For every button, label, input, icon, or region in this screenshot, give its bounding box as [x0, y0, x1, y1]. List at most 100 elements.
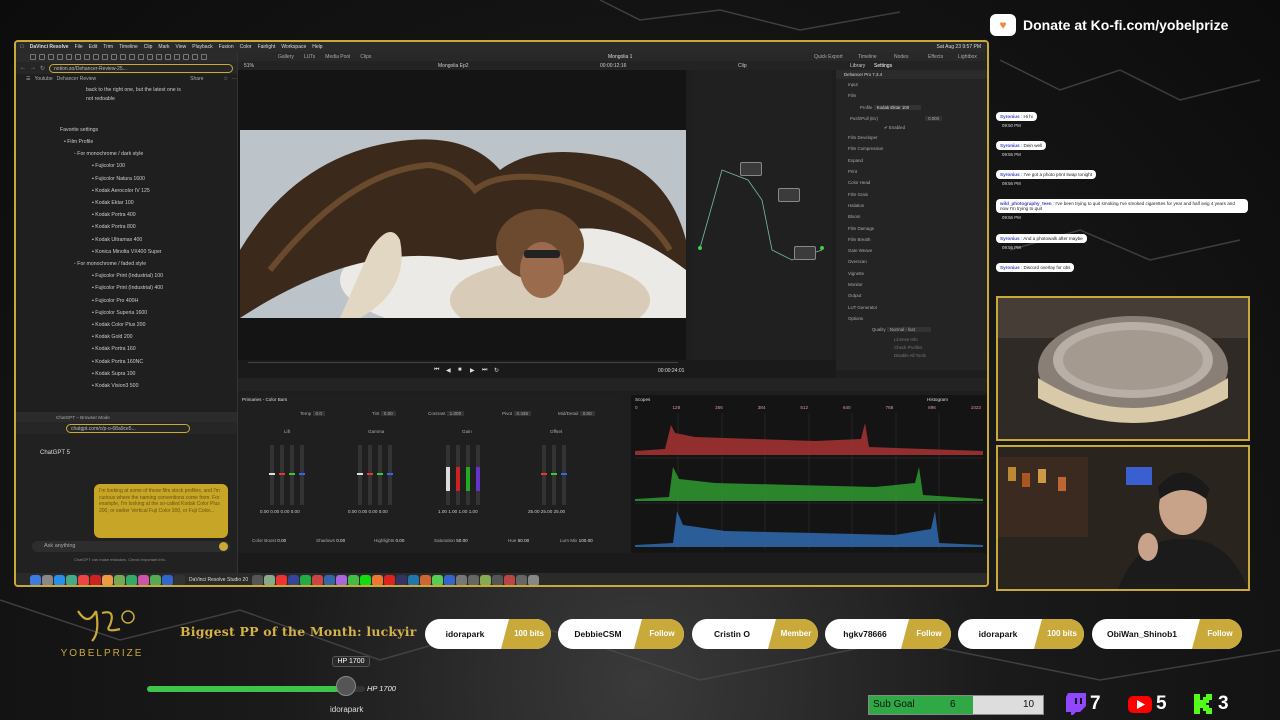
app-icon[interactable] — [312, 574, 324, 585]
model-selector[interactable]: ChatGPT 5 — [40, 450, 70, 456]
more-icon[interactable]: ⋯ — [232, 76, 237, 82]
app-icon[interactable] — [348, 574, 360, 585]
app-icon[interactable] — [276, 574, 288, 585]
menu-help[interactable]: Help — [312, 44, 322, 50]
menu-fusion[interactable]: Fusion — [219, 44, 234, 50]
tab-icon[interactable] — [66, 54, 72, 60]
discord-icon[interactable] — [492, 574, 504, 585]
app-icon[interactable] — [372, 574, 384, 585]
launchpad-icon[interactable] — [42, 574, 53, 585]
settings-item-gate-weave[interactable]: Gate Weave — [836, 245, 987, 256]
tab-icon[interactable] — [111, 54, 117, 60]
scrubber[interactable] — [248, 362, 678, 363]
appletv-icon[interactable] — [252, 574, 264, 585]
scope-mode-dropdown[interactable]: Histogram — [927, 397, 948, 402]
settings-item-film-breath[interactable]: Film Breath — [836, 234, 987, 245]
settings-item-options[interactable]: Options — [836, 313, 987, 324]
tab-icon[interactable] — [84, 54, 90, 60]
menu-fairlight[interactable]: Fairlight — [258, 44, 276, 50]
numbers-icon[interactable] — [150, 574, 161, 585]
tab-icon[interactable] — [75, 54, 81, 60]
settings-item-lut-generator[interactable]: LUT Generator — [836, 302, 987, 313]
tab-timeline[interactable]: Timeline — [858, 54, 877, 60]
tab-icon[interactable] — [201, 54, 207, 60]
reverse-icon[interactable]: ◀ — [446, 367, 451, 374]
node-01[interactable] — [740, 162, 762, 176]
tab-media-pool[interactable]: Media Pool — [325, 54, 350, 60]
tab-icon[interactable] — [183, 54, 189, 60]
tab-icon[interactable] — [120, 54, 126, 60]
voice-button[interactable] — [219, 542, 228, 551]
skip-forward-icon[interactable]: ⏭ — [482, 367, 487, 374]
settings-item-monitor[interactable]: Monitor — [836, 279, 987, 290]
app-icon[interactable] — [300, 574, 312, 585]
menu-clip[interactable]: Clip — [144, 44, 153, 50]
tab-icon[interactable] — [93, 54, 99, 60]
calendar-icon[interactable] — [90, 574, 101, 585]
menu-trim[interactable]: Trim — [103, 44, 113, 50]
trash-icon[interactable] — [528, 574, 540, 585]
app-icon[interactable] — [456, 574, 468, 585]
settings-item-color-head[interactable]: Color Head — [836, 177, 987, 188]
keynote-icon[interactable] — [162, 574, 173, 585]
safari-icon[interactable] — [54, 574, 65, 585]
skip-back-icon[interactable]: ⏮ — [434, 367, 439, 374]
tab-icon[interactable] — [192, 54, 198, 60]
menu-color[interactable]: Color — [240, 44, 252, 50]
share-button[interactable]: Share — [190, 76, 203, 82]
settings-item-output[interactable]: Output — [836, 290, 987, 301]
tab-gallery[interactable]: Gallery — [278, 54, 294, 60]
sidebar-toggle-icon[interactable]: ☰ — [26, 76, 30, 82]
settings-item-film-developer[interactable]: Film Developer — [836, 132, 987, 143]
photos-icon[interactable] — [78, 574, 89, 585]
tab-quick-export[interactable]: Quick Export — [814, 54, 843, 60]
tab-icon[interactable] — [174, 54, 180, 60]
settings-item-bloom[interactable]: Bloom — [836, 211, 987, 222]
stop-icon[interactable]: ■ — [458, 367, 462, 373]
reload-icon[interactable]: ↻ — [40, 65, 45, 72]
tab-settings[interactable]: Settings — [874, 63, 892, 69]
tab-luts[interactable]: LUTs — [304, 54, 315, 60]
settings-item-halation[interactable]: Halation — [836, 200, 987, 211]
tab-library[interactable]: Library — [850, 63, 865, 69]
chatgpt-address-bar[interactable]: chatgpt.com/c/p-o-68a9ce5... — [66, 423, 190, 433]
tab-icon[interactable] — [129, 54, 135, 60]
breadcrumb-page[interactable]: Dehancer Review — [57, 76, 96, 82]
breadcrumb-youtube[interactable]: Youtube — [34, 76, 52, 82]
settings-item-overscan[interactable]: Overscan — [836, 256, 987, 267]
chatgpt-tab[interactable]: ChatGPT – Browser Mode — [56, 415, 110, 420]
menu-mark[interactable]: Mark — [158, 44, 169, 50]
menu-view[interactable]: View — [176, 44, 187, 50]
ask-input[interactable]: Ask anything — [32, 541, 230, 552]
license-info-button[interactable]: License Info — [836, 336, 987, 344]
node-03[interactable] — [794, 246, 816, 260]
app-icon[interactable] — [336, 574, 348, 585]
zoom-level[interactable]: 51% — [244, 63, 254, 69]
menu-playback[interactable]: Playback — [192, 44, 212, 50]
messages-icon[interactable] — [66, 574, 77, 585]
settings-item-film-compression[interactable]: Film Compression — [836, 143, 987, 154]
downloads-icon[interactable] — [516, 574, 528, 585]
loop-icon[interactable]: ↻ — [494, 367, 499, 374]
node-02[interactable] — [778, 188, 800, 202]
menu-workspace[interactable]: Workspace — [281, 44, 306, 50]
settings-item-film-grain[interactable]: Film Grain — [836, 189, 987, 200]
tab-icon[interactable] — [156, 54, 162, 60]
finder-icon[interactable] — [30, 574, 41, 585]
push-pull-value[interactable]: 0.000 — [925, 115, 943, 121]
app-icon[interactable] — [432, 574, 444, 585]
settings-item-film-damage[interactable]: Film Damage — [836, 223, 987, 234]
app-icon[interactable] — [504, 574, 516, 585]
clip-selector[interactable]: Clip — [738, 63, 747, 69]
menu-edit[interactable]: Edit — [89, 44, 98, 50]
tab-lightbox[interactable]: Lightbox — [958, 54, 977, 60]
maps-icon[interactable] — [114, 574, 125, 585]
enabled-checkbox[interactable]: ✔ Enabled — [836, 124, 987, 132]
music-icon[interactable] — [138, 574, 149, 585]
profile-dropdown[interactable]: Kodak Ektar 100 — [873, 104, 922, 110]
tab-icon[interactable] — [57, 54, 63, 60]
menu-app[interactable]: DaVinci Resolve — [30, 44, 69, 50]
app-icon[interactable] — [264, 574, 276, 585]
resolve-dock-icon[interactable] — [174, 574, 185, 585]
menu-file[interactable]: File — [75, 44, 83, 50]
